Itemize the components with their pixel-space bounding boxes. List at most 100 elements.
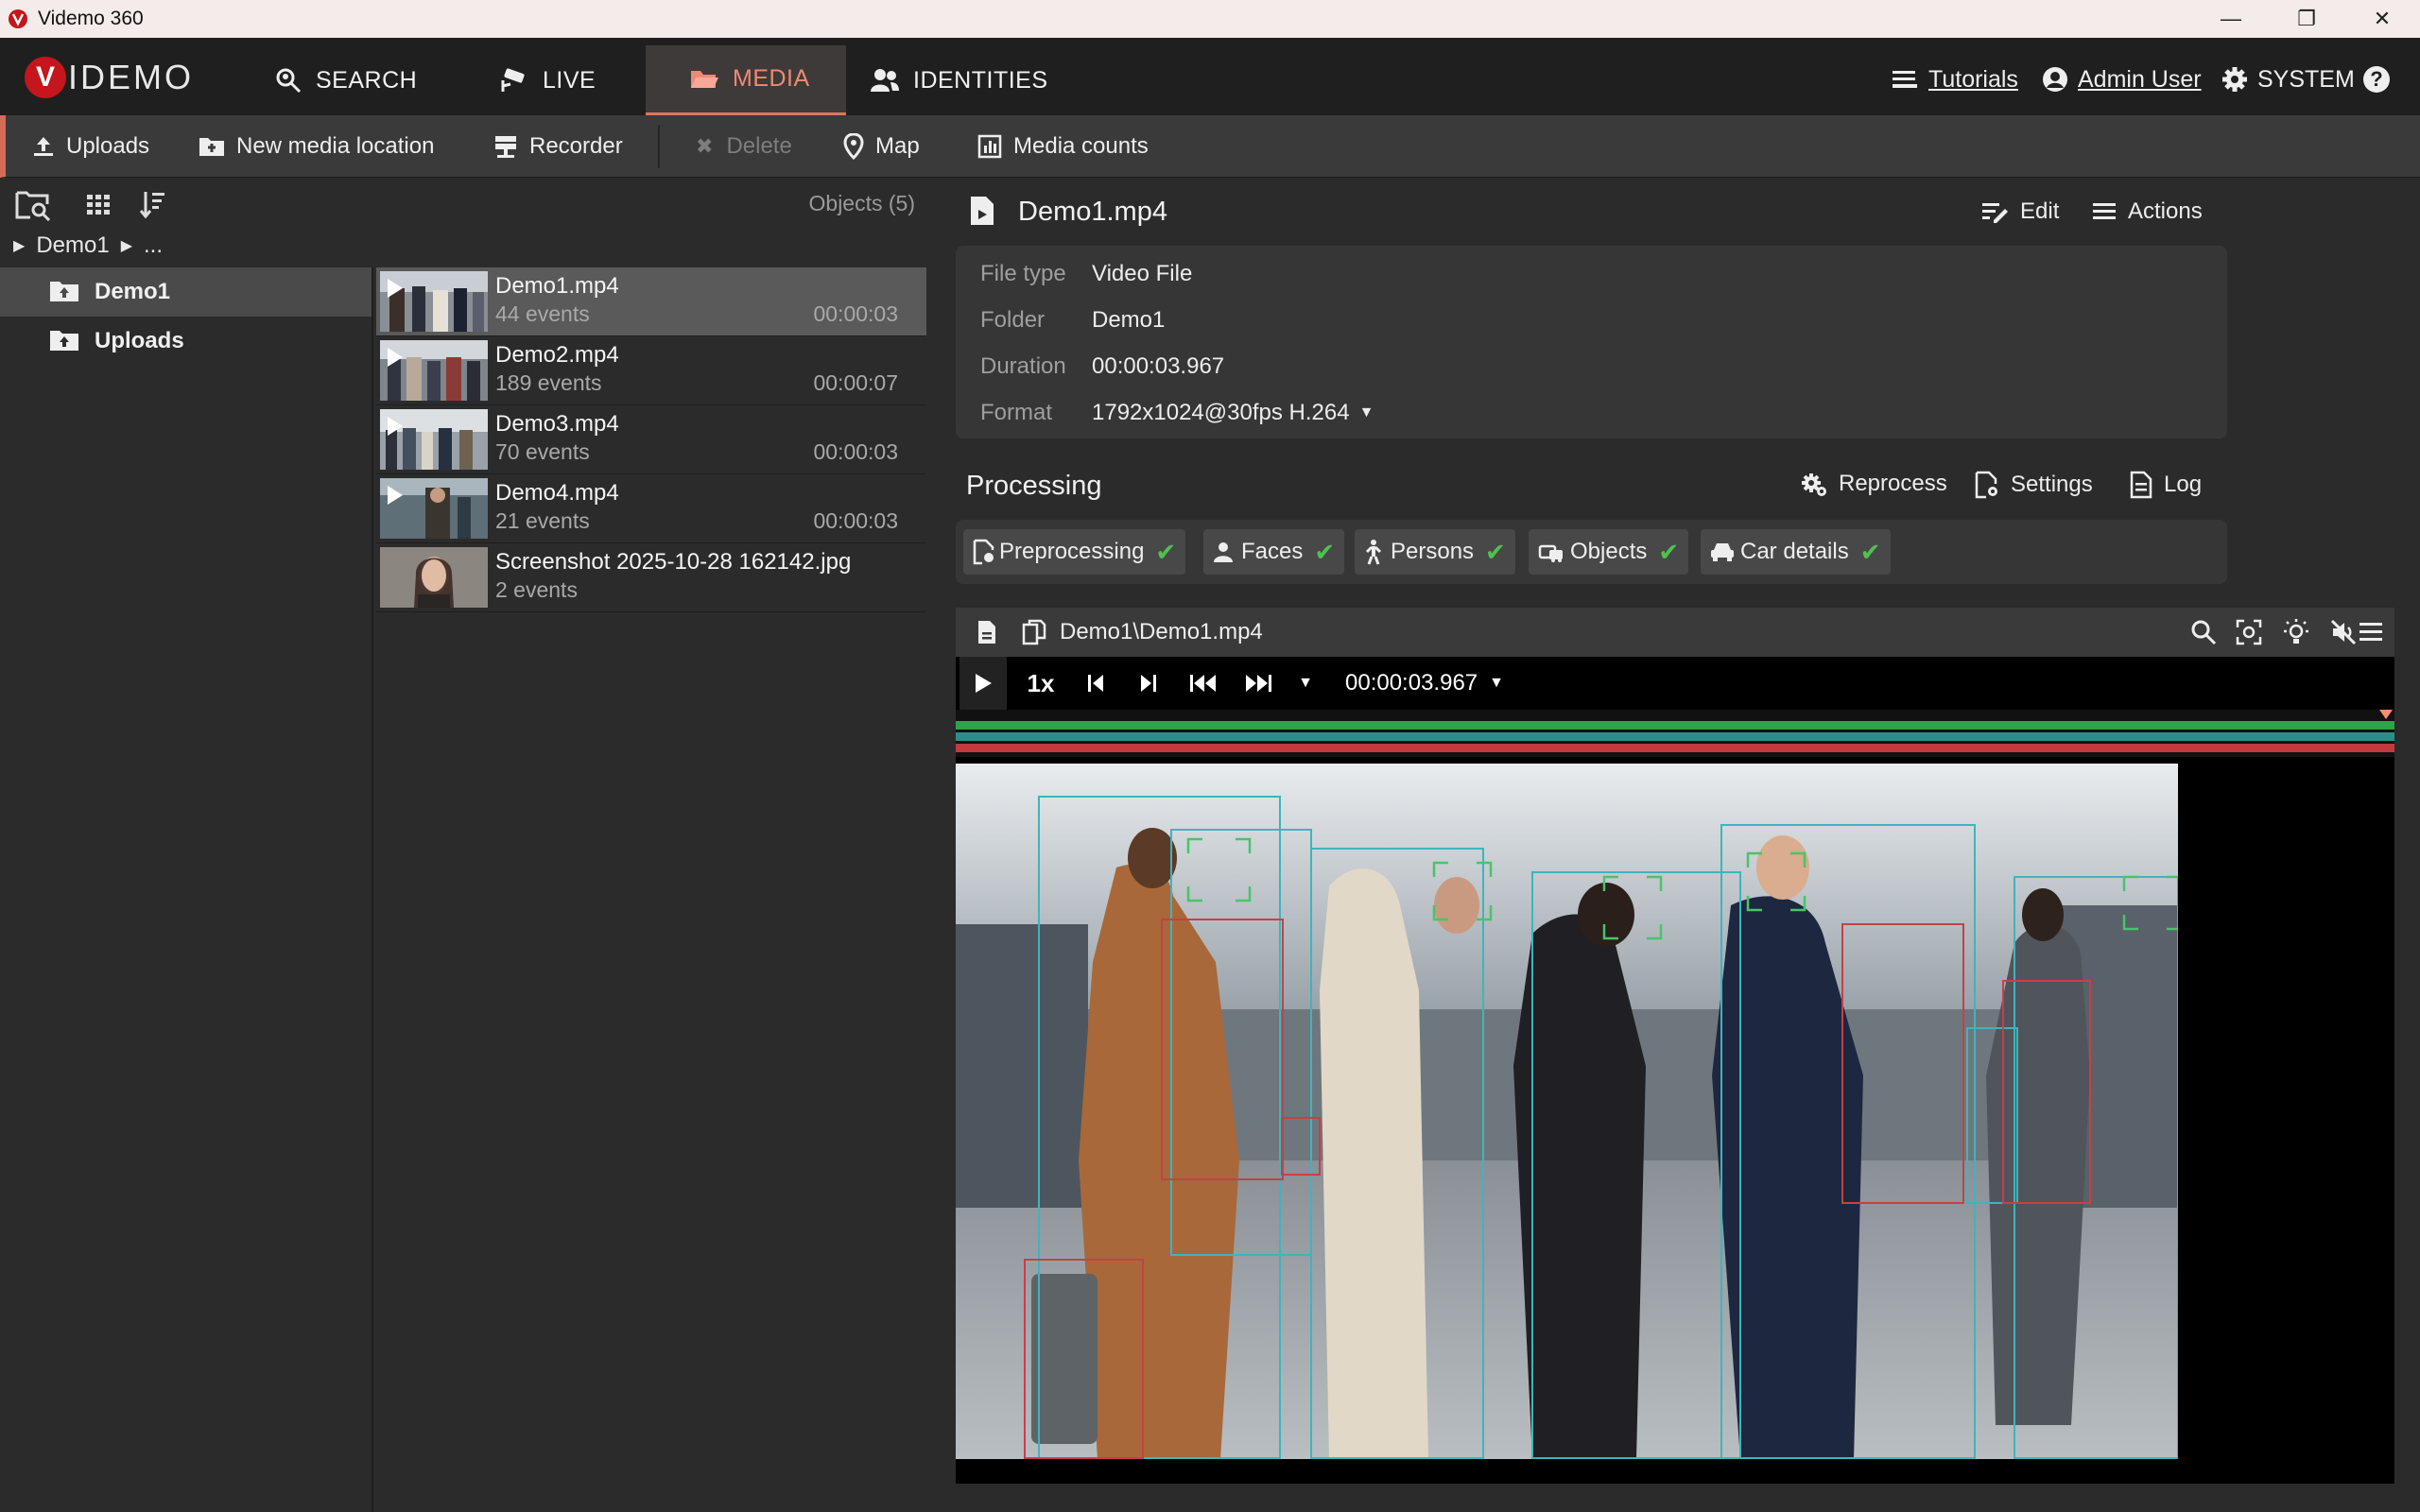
- skip-forward-button[interactable]: [1234, 657, 1283, 710]
- map-button[interactable]: Map: [843, 115, 920, 178]
- file-row-screenshot[interactable]: Screenshot 2025-10-28 162142.jpg 2 event…: [376, 543, 926, 612]
- format-dropdown[interactable]: 1792x1024@30fps H.264 ▼: [1092, 400, 1374, 426]
- event-timeline[interactable]: [956, 710, 2394, 757]
- minimize-button[interactable]: —: [2193, 0, 2269, 38]
- processing-title: Processing: [966, 471, 1102, 501]
- file-duration: 00:00:03: [813, 301, 898, 326]
- help-button[interactable]: ?: [2363, 60, 2390, 98]
- folder-add-icon: [199, 138, 224, 156]
- chip-car-details[interactable]: Car details ✔: [1701, 529, 1891, 575]
- chip-faces[interactable]: Faces ✔: [1203, 529, 1345, 575]
- delete-button[interactable]: ✖ Delete: [696, 115, 792, 178]
- caret-right-icon[interactable]: ▶: [121, 236, 132, 255]
- breadcrumb-more[interactable]: ...: [144, 232, 163, 259]
- recorder-button[interactable]: Recorder: [493, 115, 623, 178]
- file-row-demo1[interactable]: Demo1.mp4 44 events 00:00:03: [376, 267, 926, 336]
- edit-list-icon: [1982, 203, 2008, 223]
- timeline-track-green[interactable]: [956, 721, 2394, 730]
- brightness-icon[interactable]: [2281, 617, 2311, 647]
- video-frame[interactable]: [956, 764, 2178, 1459]
- file-name: Demo1.mp4: [495, 273, 619, 299]
- chip-label: Persons: [1391, 539, 1475, 564]
- video-player: Demo1\Demo1.mp4 1x ▼ 00:00:03.967 ▼: [956, 608, 2394, 1484]
- logo-text: IDEMO: [68, 58, 195, 96]
- player-path: Demo1\Demo1.mp4: [1060, 619, 1263, 644]
- menu-icon[interactable]: [2359, 621, 2383, 644]
- file-settings-icon: [1975, 471, 1997, 499]
- prop-label: Format: [980, 400, 1053, 425]
- maximize-button[interactable]: ❐: [2269, 0, 2344, 38]
- chip-objects[interactable]: Objects ✔: [1529, 529, 1689, 575]
- upload-icon: [34, 137, 53, 156]
- prop-label: Duration: [980, 353, 1066, 379]
- copy-files-icon[interactable]: [1022, 619, 1046, 645]
- file-row-demo2[interactable]: Demo2.mp4 189 events 00:00:07: [376, 336, 926, 405]
- tree-item-uploads[interactable]: Uploads: [0, 317, 372, 366]
- prop-value: Video File: [1092, 261, 1193, 286]
- toolbar-divider: [658, 125, 660, 168]
- folder-search-icon[interactable]: [15, 189, 51, 221]
- settings-button[interactable]: Settings: [1975, 471, 2093, 499]
- skip-options-dropdown[interactable]: ▼: [1287, 657, 1324, 710]
- tab-identities[interactable]: IDENTITIES: [870, 45, 1059, 115]
- tab-search[interactable]: SEARCH: [274, 45, 425, 115]
- step-back-button[interactable]: [1073, 657, 1118, 710]
- mute-icon[interactable]: [2330, 619, 2357, 645]
- tutorials-link[interactable]: Tutorials: [1891, 60, 2018, 98]
- video-thumbnail: [380, 409, 488, 470]
- screenshot-icon[interactable]: [2236, 619, 2262, 645]
- timeline-track-red[interactable]: [956, 744, 2394, 752]
- caret-right-icon[interactable]: ▶: [13, 236, 25, 255]
- tree-item-label: Demo1: [95, 279, 171, 304]
- tab-live[interactable]: LIVE: [499, 45, 613, 115]
- tab-media[interactable]: MEDIA: [646, 45, 846, 115]
- timeline-track-teal[interactable]: [956, 732, 2394, 741]
- file-icon[interactable]: [977, 619, 997, 645]
- media-browser: Objects (5) ▶ Demo1 ▶ ... Demo1 Uploads …: [0, 178, 926, 1512]
- log-button[interactable]: Log: [2130, 471, 2202, 499]
- playhead-marker[interactable]: [2379, 710, 2393, 719]
- sort-icon[interactable]: [140, 189, 166, 219]
- caret-down-icon: ▼: [1489, 675, 1504, 691]
- media-counts-button[interactable]: Media counts: [977, 115, 1149, 178]
- breadcrumb-root[interactable]: Demo1: [36, 232, 109, 259]
- user-menu[interactable]: Admin User: [2042, 60, 2202, 98]
- timecode-dropdown[interactable]: 00:00:03.967 ▼: [1340, 657, 1510, 710]
- file-row-demo3[interactable]: Demo3.mp4 70 events 00:00:03: [376, 405, 926, 474]
- prop-value: 00:00:03.967: [1092, 353, 1225, 379]
- chip-label: Preprocessing: [999, 539, 1145, 564]
- reprocess-button[interactable]: Reprocess: [1801, 471, 1947, 497]
- skip-forward-icon: [1246, 675, 1271, 692]
- chip-preprocessing[interactable]: Preprocessing ✔: [963, 529, 1186, 575]
- edit-button[interactable]: Edit: [1980, 198, 2059, 225]
- uploads-button[interactable]: Uploads: [32, 115, 149, 178]
- search-icon[interactable]: [2190, 619, 2217, 645]
- actions-button[interactable]: Actions: [2092, 198, 2203, 225]
- play-overlay-icon: [388, 486, 403, 505]
- grid-view-icon[interactable]: [85, 191, 112, 217]
- system-menu[interactable]: SYSTEM: [2221, 60, 2355, 98]
- new-media-location-button[interactable]: New media location: [199, 115, 434, 178]
- image-thumbnail: [380, 547, 488, 608]
- tree-item-demo1[interactable]: Demo1: [0, 267, 372, 317]
- step-back-icon: [1088, 675, 1103, 692]
- file-events: 189 events: [495, 370, 602, 395]
- skip-back-button[interactable]: [1179, 657, 1228, 710]
- file-name: Demo3.mp4: [495, 411, 619, 437]
- objects-count: Objects (5): [808, 191, 915, 215]
- tab-live-label: LIVE: [543, 66, 596, 94]
- step-forward-button[interactable]: [1126, 657, 1171, 710]
- checkmark-icon: ✔: [1485, 537, 1506, 566]
- window-title-bar: Videmo 360 — ❐ ✕: [0, 0, 2420, 38]
- videmo-logo: V IDEMO: [25, 55, 194, 100]
- walking-person-icon: [1365, 540, 1382, 565]
- play-button[interactable]: [959, 657, 1007, 710]
- tutorials-label: Tutorials: [1928, 65, 2018, 93]
- chip-persons[interactable]: Persons ✔: [1355, 529, 1515, 575]
- file-name: Demo4.mp4: [495, 480, 619, 506]
- speed-button[interactable]: 1x: [1014, 657, 1067, 710]
- file-events: 70 events: [495, 439, 590, 464]
- close-button[interactable]: ✕: [2344, 0, 2420, 38]
- file-row-demo4[interactable]: Demo4.mp4 21 events 00:00:03: [376, 474, 926, 543]
- folder-icon: [50, 282, 78, 301]
